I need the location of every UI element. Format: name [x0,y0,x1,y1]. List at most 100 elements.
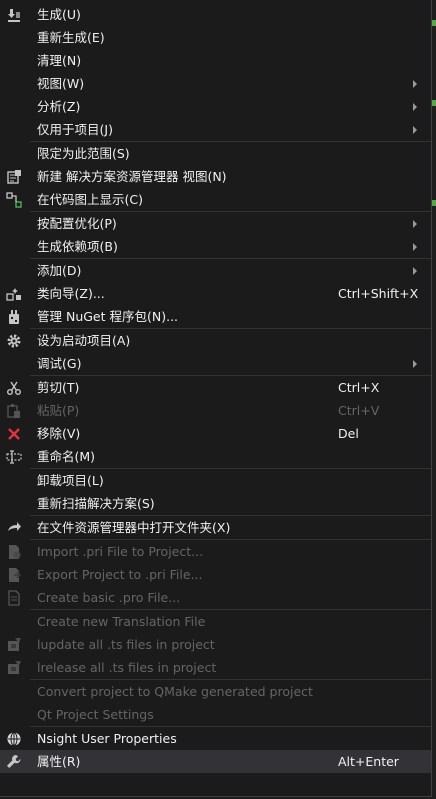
menu-item-label: 清理(N) [37,53,82,68]
menu-item-label: 生成依赖项(B) [37,239,118,254]
menu-item[interactable]: 限定为此范围(S) [0,142,431,165]
menu-item-label: Export Project to .pri File... [37,567,203,582]
submenu-arrow-icon [413,126,417,134]
editor-background-glimpse [432,100,436,106]
menu-item[interactable]: 管理 NuGet 程序包(N)... [0,305,431,328]
menu-item[interactable]: 重新生成(E) [0,26,431,49]
build-icon [6,7,22,23]
menu-item-label: Nsight User Properties [37,731,177,746]
menu-item-label: 添加(D) [37,263,82,278]
gear-icon [6,333,22,349]
menu-item-label: 在文件资源管理器中打开文件夹(X) [37,520,231,535]
class-wizard-icon [6,286,22,302]
menu-item-shortcut: Del [338,426,359,441]
menu-item[interactable]: 类向导(Z)... Ctrl+Shift+X [0,282,431,305]
qt-pro-file-icon [6,590,22,606]
menu-item-label: Create new Translation File [37,614,206,629]
menu-item-label: 重命名(M) [37,449,96,464]
menu-item[interactable]: Import .pri File to Project... [0,540,431,563]
editor-background-glimpse [432,200,436,206]
menu-item[interactable]: 视图(W) [0,72,431,95]
menu-item[interactable]: 按配置优化(P) [0,212,431,235]
menu-item-label: 属性(R) [37,754,81,769]
remove-icon [6,426,22,442]
submenu-arrow-icon [413,80,417,88]
submenu-arrow-icon [413,267,417,275]
menu-item[interactable]: Convert project to QMake generated proje… [0,680,431,703]
menu-item-shortcut: Ctrl+X [338,380,380,395]
menu-item[interactable]: Qt Project Settings [0,703,431,726]
menu-item[interactable]: 卸载项目(L) [0,469,431,492]
menu-item-label: 生成(U) [37,7,81,22]
menu-item-label: 粘贴(P) [37,403,80,418]
submenu-arrow-icon [413,220,417,228]
menu-item-label: 类向导(Z)... [37,286,105,301]
menu-item[interactable]: 清理(N) [0,49,431,72]
menu-item-label: 设为启动项目(A) [37,333,131,348]
menu-item-shortcut: Alt+Enter [338,754,399,769]
menu-item-label: Qt Project Settings [37,707,154,722]
menu-item[interactable]: Nsight User Properties [0,727,431,750]
menu-item-label: 管理 NuGet 程序包(N)... [37,309,179,324]
editor-background-glimpse [432,20,436,26]
menu-item[interactable]: 生成依赖项(B) [0,235,431,258]
qt-export-icon [6,567,22,583]
scissors-icon [6,380,22,396]
open-folder-icon [6,520,22,536]
menu-item-label: 调试(G) [37,356,82,371]
menu-item-label: Create basic .pro File... [37,590,181,605]
wrench-icon [6,754,22,770]
menu-item[interactable]: 重命名(M) [0,445,431,468]
menu-item[interactable]: 新建 解决方案资源管理器 视图(N) [0,165,431,188]
menu-item[interactable]: 调试(G) [0,352,431,375]
submenu-arrow-icon [413,103,417,111]
qt-import-icon [6,544,22,560]
menu-item[interactable]: Create new Translation File [0,610,431,633]
menu-item[interactable]: 添加(D) [0,259,431,282]
menu-item-label: 移除(V) [37,426,81,441]
menu-item-label: Import .pri File to Project... [37,544,204,559]
qt-lrelease-icon [6,660,22,676]
menu-item-shortcut: Ctrl+V [338,403,380,418]
paste-icon [6,403,22,419]
menu-item-label: 卸载项目(L) [37,473,104,488]
menu-item[interactable]: 在代码图上显示(C) [0,188,431,211]
menu-item[interactable]: 剪切(T) Ctrl+X [0,376,431,399]
menu-item[interactable]: 移除(V) Del [0,422,431,445]
menu-item[interactable]: 分析(Z) [0,95,431,118]
menu-item-label: Convert project to QMake generated proje… [37,684,313,699]
menu-item[interactable]: Create basic .pro File... [0,586,431,609]
nsight-icon [6,731,22,747]
submenu-arrow-icon [413,243,417,251]
menu-item-label: 重新生成(E) [37,30,105,45]
context-menu: 生成(U) 重新生成(E) 清理(N) 视图(W) 分析(Z) 仅用于项目(J) 限定为此范… [0,0,432,797]
menu-item[interactable]: 仅用于项目(J) [0,118,431,141]
menu-item[interactable]: 在文件资源管理器中打开文件夹(X) [0,516,431,539]
menu-item-label: 剪切(T) [37,380,80,395]
menu-item-label: 新建 解决方案资源管理器 视图(N) [37,169,227,184]
menu-item[interactable]: lupdate all .ts files in project [0,633,431,656]
menu-item-label: 限定为此范围(S) [37,146,130,161]
rename-icon [6,449,22,465]
menu-item-label: 在代码图上显示(C) [37,192,143,207]
menu-item[interactable]: 生成(U) [0,3,431,26]
menu-item-label: 仅用于项目(J) [37,122,113,137]
menu-item[interactable]: 粘贴(P) Ctrl+V [0,399,431,422]
menu-item[interactable]: 设为启动项目(A) [0,329,431,352]
menu-item-label: lrelease all .ts files in project [37,660,217,675]
menu-item[interactable]: lrelease all .ts files in project [0,656,431,679]
menu-item[interactable]: 重新扫描解决方案(S) [0,492,431,515]
submenu-arrow-icon [413,360,417,368]
menu-item[interactable]: 属性(R) Alt+Enter [0,750,431,773]
menu-item-label: 按配置优化(P) [37,216,117,231]
menu-item-label: 分析(Z) [37,99,81,114]
code-map-icon [6,192,22,208]
new-view-icon [6,169,22,185]
menu-item[interactable]: Export Project to .pri File... [0,563,431,586]
menu-item-shortcut: Ctrl+Shift+X [338,286,419,301]
menu-item-label: lupdate all .ts files in project [37,637,215,652]
menu-item-label: 视图(W) [37,76,85,91]
qt-lupdate-icon [6,637,22,653]
menu-item-label: 重新扫描解决方案(S) [37,496,155,511]
nuget-icon [6,309,22,325]
